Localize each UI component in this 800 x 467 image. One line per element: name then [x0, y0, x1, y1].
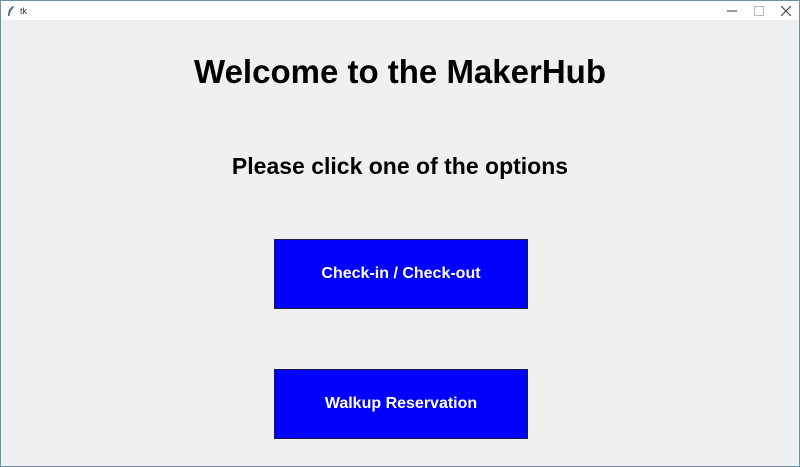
- window-title: tk: [20, 5, 28, 16]
- window-controls: [718, 1, 799, 20]
- check-in-check-out-button[interactable]: Check-in / Check-out: [274, 239, 528, 309]
- main-content: Welcome to the MakerHub Please click one…: [1, 20, 799, 466]
- walkup-reservation-button[interactable]: Walkup Reservation: [274, 369, 528, 439]
- title-bar[interactable]: tk: [1, 1, 799, 20]
- feather-icon: [5, 5, 17, 17]
- maximize-icon[interactable]: [745, 1, 772, 20]
- instruction-text: Please click one of the options: [231, 153, 569, 179]
- app-window: tk Welcome to the MakerHub Please click …: [0, 0, 800, 467]
- minimize-icon[interactable]: [718, 1, 745, 20]
- page-title: Welcome to the MakerHub: [194, 53, 606, 90]
- close-icon[interactable]: [772, 1, 799, 20]
